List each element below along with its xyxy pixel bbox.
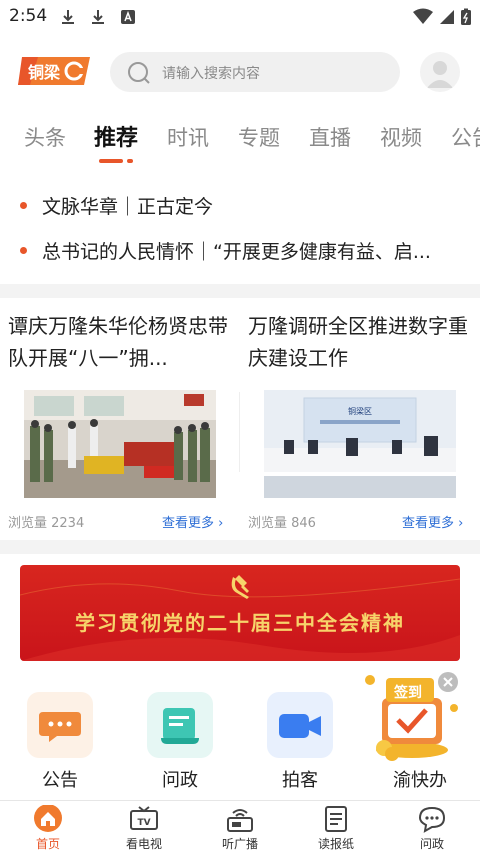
radio-icon: [227, 809, 253, 832]
svg-text:TV: TV: [137, 818, 150, 828]
nav-tv[interactable]: TV 看电视: [96, 801, 192, 854]
nav-label: 首页: [35, 837, 60, 851]
news-card[interactable]: 万隆调研全区推进数字重庆建设工作 铜梁区 浏览量 846 查看更多 ›: [248, 310, 480, 538]
newspaper-icon: [325, 806, 347, 832]
news-title: 谭庆万隆朱华伦杨贤忠带队开展“八一”拥...: [8, 314, 228, 370]
card-divider: [239, 392, 240, 472]
headline-text: 总书记的人民情怀｜“开展更多健康有益、启...: [42, 241, 431, 263]
news-card[interactable]: 谭庆万隆朱华伦杨贤忠带队开展“八一”拥... 浏览量 2234 查看更多 ›: [8, 310, 240, 538]
wifi-icon: [413, 8, 433, 24]
tab-topics[interactable]: 专题: [238, 122, 280, 152]
status-time: 2:54: [9, 6, 48, 26]
news-photo: [24, 390, 216, 498]
search-bar[interactable]: 请输入搜索内容: [110, 52, 400, 92]
signal-icon: [440, 10, 454, 24]
bottom-navigation: 首页 TV 看电视 听广播 读报纸 问政: [0, 800, 480, 854]
view-count: 浏览量 846: [248, 516, 316, 531]
close-button[interactable]: [438, 672, 458, 692]
quick-entry-notice[interactable]: 公告: [25, 690, 95, 791]
scroll-icon: [161, 708, 199, 744]
quick-entry-label: 渝快办: [393, 770, 447, 791]
chevron-right-icon: ›: [218, 516, 224, 531]
quick-entry-label: 问政: [162, 770, 198, 791]
quick-entry-paike[interactable]: 拍客: [265, 690, 335, 791]
tab-news[interactable]: 时讯: [167, 122, 209, 152]
chat-bubble-icon: [39, 712, 81, 742]
bullet-dot: [20, 247, 27, 254]
nav-radio[interactable]: 听广播: [192, 801, 288, 854]
svg-text:铜梁: 铜梁: [28, 63, 61, 82]
party-emblem-icon: [231, 575, 249, 599]
nav-inquiry[interactable]: 问政: [384, 801, 480, 854]
tab-video[interactable]: 视频: [380, 122, 422, 152]
nav-label: 听广播: [221, 837, 258, 851]
user-icon: [427, 61, 453, 88]
quick-entry-icon-bg: [147, 692, 213, 758]
svg-text:铜梁区: 铜梁区: [348, 406, 372, 416]
nav-label: 看电视: [125, 837, 162, 851]
tab-notice[interactable]: 公告: [451, 122, 480, 152]
nav-newspaper[interactable]: 读报纸: [288, 801, 384, 854]
tongliang-logo[interactable]: 铜梁: [18, 55, 92, 89]
signin-label: 签到: [394, 685, 422, 701]
quick-entry-inquiry[interactable]: 问政: [145, 690, 215, 791]
video-camera-icon: [279, 714, 321, 738]
see-more-link[interactable]: 查看更多 ›: [162, 512, 223, 531]
download-icon: [92, 10, 104, 24]
nav-home[interactable]: 首页: [0, 801, 96, 854]
search-placeholder: 请输入搜索内容: [162, 66, 260, 82]
promo-banner[interactable]: 学习贯彻党的二十届三中全会精神: [20, 565, 460, 661]
tv-icon: TV: [130, 806, 158, 830]
banner-text: 学习贯彻党的二十届三中全会精神: [75, 611, 405, 635]
tab-recommend[interactable]: 推荐: [94, 120, 138, 152]
top-header: 铜梁 请输入搜索内容: [0, 44, 480, 100]
nav-label: 问政: [419, 837, 444, 851]
battery-icon: [461, 8, 471, 25]
avatar[interactable]: [420, 52, 460, 92]
tab-indicator-dot: [127, 159, 133, 163]
quick-entry-icon-bg: [267, 692, 333, 758]
headline-item[interactable]: 文脉华章｜正古定今: [0, 184, 480, 224]
signin-floating-badge[interactable]: 签到: [362, 668, 462, 764]
see-more-link[interactable]: 查看更多 ›: [402, 512, 463, 531]
home-icon: [34, 805, 62, 832]
tab-live[interactable]: 直播: [309, 122, 351, 152]
headline-text: 文脉华章｜正古定今: [42, 196, 214, 218]
tab-indicator: [99, 159, 123, 163]
chevron-right-icon: ›: [458, 516, 464, 531]
search-icon: [128, 62, 150, 84]
news-title: 万隆调研全区推进数字重庆建设工作: [248, 314, 468, 370]
close-icon: [443, 677, 453, 687]
status-bar: 2:54: [0, 0, 480, 34]
headline-item[interactable]: 总书记的人民情怀｜“开展更多健康有益、启...: [0, 229, 480, 269]
tab-toutiao[interactable]: 头条: [24, 122, 66, 152]
quick-entry-icon-bg: [27, 692, 93, 758]
section-divider: [0, 540, 480, 554]
bullet-dot: [20, 202, 27, 209]
chat-icon: [418, 806, 446, 833]
quick-entry-label: 公告: [42, 770, 78, 791]
category-tabs: 头条 推荐 时讯 专题 直播 视频 公告: [0, 108, 480, 164]
view-count: 浏览量 2234: [8, 516, 85, 531]
quick-entry-label: 拍客: [282, 770, 318, 791]
news-photo: 铜梁区: [264, 390, 456, 498]
section-divider: [0, 284, 480, 298]
download-icon: [62, 10, 74, 24]
font-a-icon: [121, 10, 135, 24]
nav-label: 读报纸: [317, 837, 354, 851]
